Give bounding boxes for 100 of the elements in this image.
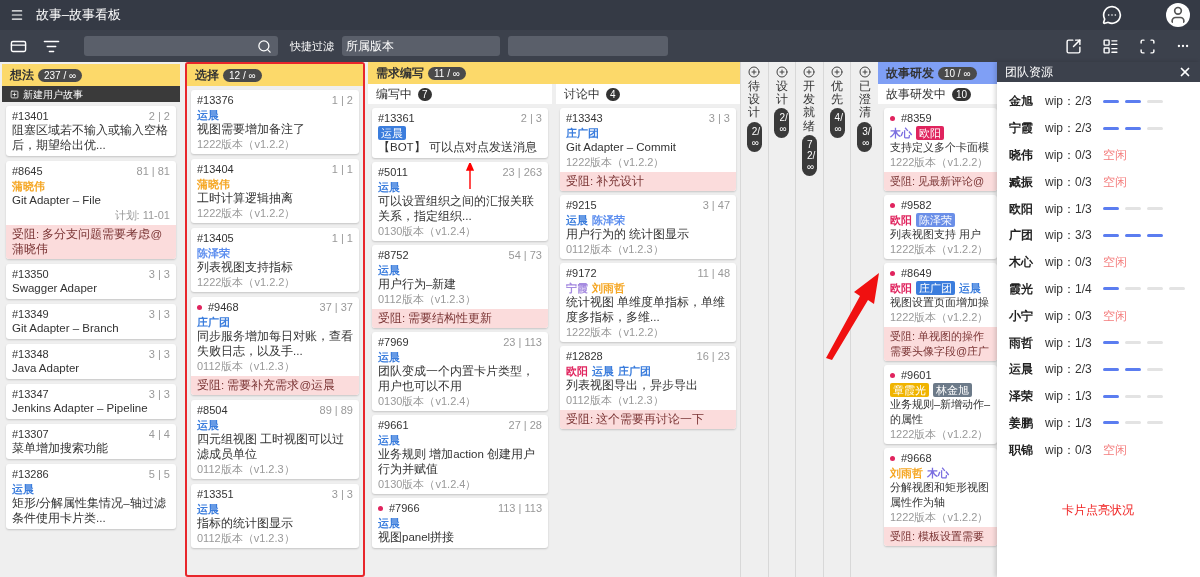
story-card[interactable]: #9215 3 | 47 运晨 陈泽荣 用户行为的 统计图显示 0112版本（v1.2.3）: [560, 195, 736, 259]
column-count: 2/∞: [746, 121, 762, 152]
card-version: 1222版本（v1.2.2）: [889, 155, 990, 169]
card-title: 业务规则 增加action 创建用户行为并赋值: [378, 447, 537, 477]
member-name: 小宁: [1008, 307, 1034, 325]
search-field[interactable]: [84, 36, 278, 56]
story-card[interactable]: #7966 113 | 113 运晨 视图panel拼接: [372, 498, 548, 548]
card-id: #7969: [378, 335, 409, 349]
story-card[interactable]: #13350 3 | 3 Swagger Adaper: [6, 264, 176, 299]
column-count: 3/∞: [857, 121, 873, 152]
card-counts: 3 | 3: [148, 347, 170, 361]
card-title: 同步服务增加每日对账，查看失败日志，以及手...: [197, 329, 353, 359]
list-view-icon[interactable]: [1102, 37, 1119, 55]
story-card[interactable]: #9172 11 | 48 宁霞 刘雨哲 统计视图 单维度单指标，单维度多指标，多维... 1222版本（v1.2.2）: [560, 263, 736, 342]
assignee-tag: 运晨: [378, 350, 400, 364]
assignee-tag: 庄广团: [566, 126, 599, 140]
card-counts: 16 | 23: [696, 349, 730, 363]
new-story-button[interactable]: 新建用户故事: [2, 86, 180, 102]
story-card[interactable]: #5011 23 | 263 运晨 可以设置组织之间的汇报关联关系，指定组织... 0130版本（v1.2.4）: [372, 162, 548, 241]
story-card[interactable]: #13351 3 | 3 运晨 指标的统计图显示 0112版本（v1.2.3）: [191, 484, 359, 548]
card-title: 指标的统计图显示: [197, 516, 294, 531]
assignee-tag: 运晨: [197, 502, 219, 516]
story-card[interactable]: #8504 89 | 89 运晨 四元组视图 工时视图可以过滤成员单位 0112版本（v1.2.3）: [191, 400, 359, 479]
expand-icon[interactable]: [775, 66, 788, 78]
annotation-note: 卡片点亮状况: [1061, 502, 1136, 520]
story-card[interactable]: #7969 23 | 113 运晨 团队变成一个内置卡片类型，用户也可以不用 0130版本（v1.2.4）: [372, 332, 548, 411]
assignee-tag: 欧阳: [889, 281, 912, 295]
member-name: 职锦: [1008, 441, 1034, 459]
menu-icon[interactable]: [10, 8, 24, 22]
story-card[interactable]: #9582 欧阳 陈泽荣 列表视图支持 用户 1222版本（v1.2.2）: [883, 195, 997, 259]
card-title: 可以设置组织之间的汇报关联关系，指定组织...: [378, 194, 535, 224]
member-name: 欧阳: [1008, 200, 1034, 218]
story-card[interactable]: #9661 27 | 28 运晨 业务规则 增加action 创建用户行为并赋值 0130版本（v1.2.4）: [372, 415, 548, 494]
assignee-tag: 欧阳: [889, 213, 912, 227]
card-title: 【BOT】 可以点对点发送消息: [378, 140, 538, 155]
story-card[interactable]: #13376 1 | 2 运晨 视图需要增加备注了 1222版本（v1.2.2）: [191, 90, 359, 154]
card-counts: 4 | 4: [148, 427, 170, 441]
story-card[interactable]: #13349 3 | 3 Git Adapter – Branch: [6, 304, 176, 339]
story-card[interactable]: #8359 木心 欧阳 支持定义多个卡面模 1222版本（v1.2.2） 受阻: 见最新评论@: [883, 108, 997, 191]
expand-icon[interactable]: [803, 66, 816, 78]
blocked-note: 受阻: 模板设置需要: [883, 527, 997, 546]
filter-field[interactable]: 所属版本: [342, 36, 500, 56]
card-title: 四元组视图 工时视图可以过滤成员单位: [197, 432, 346, 462]
card-counts: 3 | 3: [148, 307, 170, 321]
card-counts: 5 | 5: [148, 467, 170, 481]
card-counts: 1 | 1: [331, 162, 353, 176]
assignee-tag: 运晨: [378, 516, 400, 530]
expand-icon[interactable]: [831, 66, 844, 78]
export-icon[interactable]: [1065, 37, 1082, 55]
avatar[interactable]: [1166, 3, 1190, 27]
chat-icon[interactable]: [1102, 5, 1122, 25]
assignee-tag: 运晨: [12, 482, 34, 496]
story-card[interactable]: #9668 刘雨哲 木心 分解视图和矩形视图属性作为轴 1222版本（v1.2.2） 受阻: 模板设置需要: [883, 448, 997, 546]
story-card[interactable]: #13404 1 | 1 蒲晓伟 工时计算逻辑抽离 1222版本（v1.2.2）: [191, 159, 359, 223]
quick-filter-label: 快捷过滤: [290, 38, 334, 54]
card-version: 1222版本（v1.2.2）: [197, 137, 297, 151]
story-card[interactable]: #13348 3 | 3 Java Adapter: [6, 344, 176, 379]
card-counts: 3 | 3: [708, 111, 730, 125]
card-title: 矩形/分解属性集情况–轴过滤条件使用卡片类...: [12, 496, 167, 526]
assignee-tag: 运晨: [592, 364, 614, 378]
story-card[interactable]: #13361 2 | 3 运晨 【BOT】 可以点对点发送消息: [372, 108, 548, 158]
story-card[interactable]: #8645 81 | 81 蒲晓伟 Git Adapter – File 计划: 11-01 受阻: 多分支问题需要考虑@蒲晓伟: [6, 161, 176, 259]
card-version: 0130版本（v1.2.4）: [378, 224, 478, 238]
story-card[interactable]: #9601 章霞光 林金旭 业务规则–新增动作–的属性 1222版本（v1.2.2）: [883, 365, 997, 444]
assignee-tag: 欧阳: [566, 364, 588, 378]
card-id: #8752: [378, 248, 409, 262]
story-card[interactable]: #13401 2 | 2 阻塞区域若不输入或输入空格后，期望给出优...: [6, 106, 176, 156]
expand-icon[interactable]: [858, 66, 871, 78]
card-id: #13405: [197, 231, 234, 245]
subcolumn-title: 讨论中: [564, 86, 600, 103]
assignee-tag: 陈泽荣: [915, 213, 955, 227]
card-title: 视图panel拼接: [378, 530, 456, 545]
story-card[interactable]: #13307 4 | 4 菜单增加搜索功能: [6, 424, 176, 459]
card-id: #13349: [12, 307, 49, 321]
filter-field[interactable]: [508, 36, 668, 56]
expand-icon[interactable]: [748, 66, 761, 78]
story-card[interactable]: #9468 37 | 37 庄广团 同步服务增加每日对账，查看失败日志，以及手... 0112版本（v1.2.3） 受阻: 需要补充需求@运晨: [191, 297, 359, 395]
story-card[interactable]: #13286 5 | 5 运晨 矩形/分解属性集情况–轴过滤条件使用卡片类...: [6, 464, 176, 529]
card-version: 1222版本（v1.2.2）: [889, 510, 990, 524]
story-card[interactable]: #13347 3 | 3 Jenkins Adapter – Pipeline: [6, 384, 176, 419]
fullscreen-icon[interactable]: [1139, 37, 1156, 55]
story-card[interactable]: #12828 16 | 23 欧阳 运晨 庄广团 列表视图导出，异步导出 0112版本（v1.2.3） 受阻: 这个需要再讨论一下: [560, 346, 736, 429]
member-name: 泽荣: [1008, 388, 1034, 406]
wip-count: wip：1/3: [1044, 334, 1093, 352]
story-card[interactable]: #8649 欧阳 庄广团 运晨 视图设置页面增加操 1222版本（v1.2.2） 受阻: 单视图的操作需要头像字段@庄广: [883, 263, 997, 361]
card-counts: 37 | 37: [319, 300, 353, 314]
blocked-note: 受阻: 需要结构性更新: [372, 309, 548, 328]
card-id: #9468: [208, 300, 239, 314]
card-id: #7966: [389, 501, 420, 515]
card-counts: 2 | 3: [520, 111, 542, 125]
story-card[interactable]: #13343 3 | 3 庄广团 Git Adapter – Commit 1222版本（v1.2.2） 受阻: 补充设计: [560, 108, 736, 191]
card-counts: 11 | 48: [697, 266, 730, 280]
story-card[interactable]: #13405 1 | 1 陈泽荣 列表视图支持指标 1222版本（v1.2.2）: [191, 228, 359, 292]
card-counts: 89 | 89: [319, 403, 353, 417]
blocked-note: 受阻: 这个需要再讨论一下: [560, 410, 736, 429]
assignee-tag: 刘雨哲: [592, 281, 625, 295]
wip-count: wip：2/3: [1044, 361, 1093, 379]
story-card[interactable]: #8752 54 | 73 运晨 用户行为–新建 0112版本（v1.2.3） 受阻: 需要结构性更新: [372, 245, 548, 328]
search-icon[interactable]: [257, 38, 272, 54]
card-counts: 3 | 3: [148, 387, 170, 401]
